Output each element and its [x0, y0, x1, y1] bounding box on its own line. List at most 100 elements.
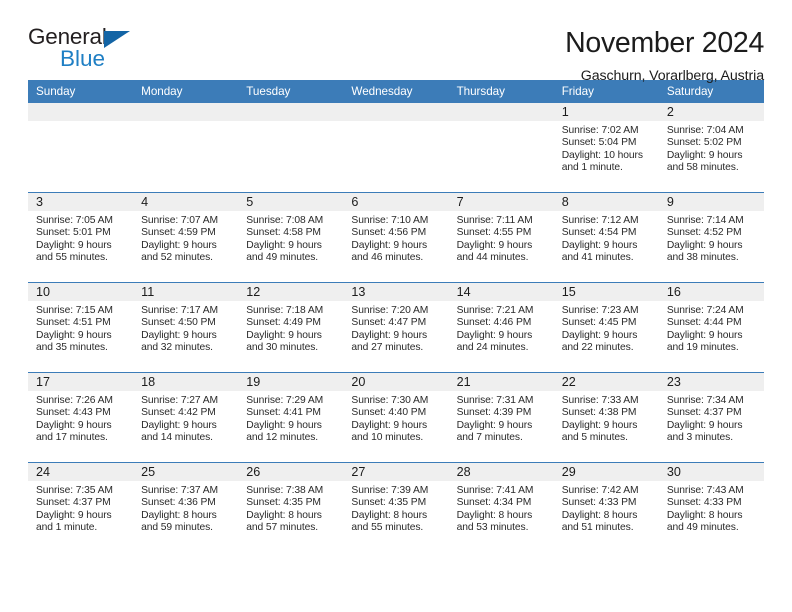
day-sunset-text: Sunset: 4:54 PM [561, 227, 637, 239]
day-number: 7 [448, 193, 554, 211]
brand-logo[interactable]: General Blue [28, 25, 146, 72]
day-sunset-text: Sunset: 4:45 PM [561, 317, 637, 329]
weekday-header-wednesday: Wednesday [351, 85, 413, 98]
calendar-day-cell[interactable]: 28 Sunrise: 7:41 AM Sunset: 4:34 PM Dayligh… [448, 463, 554, 552]
day-sunrise-text: Sunrise: 7:10 AM [351, 215, 429, 226]
day-daylight-1-text: Daylight: 9 hours [246, 419, 322, 431]
day-daylight-1-text: Daylight: 9 hours [141, 239, 217, 251]
calendar-day-cell[interactable]: 24 Sunrise: 7:35 AM Sunset: 4:37 PM Dayligh… [28, 463, 134, 552]
page-header: General Blue November 2024 Gaschurn, Vor… [28, 0, 764, 84]
day-daylight-1-text: Daylight: 9 hours [36, 419, 112, 431]
calendar-day-cell[interactable]: 29 Sunrise: 7:42 AM Sunset: 4:33 PM Dayligh… [553, 463, 659, 552]
day-daylight-2-text: and 19 minutes. [666, 341, 739, 353]
calendar-day-cell[interactable]: 3 Sunrise: 7:05 AM Sunset: 5:01 PM Daylight… [28, 193, 134, 282]
calendar-day-cell[interactable]: 15 Sunrise: 7:23 AM Sunset: 4:45 PM Dayligh… [553, 283, 659, 372]
calendar-day-cell-empty [448, 103, 554, 192]
day-daylight-2-text: and 53 minutes. [456, 521, 529, 533]
day-number: 19 [238, 373, 344, 391]
day-daylight-2-text: and 7 minutes. [456, 431, 523, 443]
calendar-day-cell[interactable]: 22 Sunrise: 7:33 AM Sunset: 4:38 PM Dayligh… [553, 373, 659, 462]
day-daylight-2-text: and 32 minutes. [141, 341, 213, 353]
calendar-week-row: 24 Sunrise: 7:35 AM Sunset: 4:37 PM Dayligh… [28, 462, 764, 552]
day-sunset-text: Sunset: 4:33 PM [666, 497, 742, 509]
weekday-header-sunday: Sunday [36, 85, 76, 98]
calendar-day-cell[interactable]: 17 Sunrise: 7:26 AM Sunset: 4:43 PM Dayligh… [28, 373, 134, 462]
calendar-day-cell[interactable]: 18 Sunrise: 7:27 AM Sunset: 4:42 PM Dayligh… [133, 373, 239, 462]
day-sunset-text: Sunset: 4:42 PM [141, 407, 216, 419]
calendar-day-cell[interactable]: 23 Sunrise: 7:34 AM Sunset: 4:37 PM Dayligh… [658, 373, 764, 462]
day-sun-info: Sunrise: 7:39 AM Sunset: 4:35 PM Daylight:… [343, 481, 448, 534]
day-daylight-1-text: Daylight: 9 hours [36, 509, 112, 521]
calendar-day-cell[interactable]: 12 Sunrise: 7:18 AM Sunset: 4:49 PM Dayligh… [238, 283, 344, 372]
calendar-day-cell[interactable]: 20 Sunrise: 7:30 AM Sunset: 4:40 PM Dayligh… [343, 373, 449, 462]
calendar-day-cell[interactable]: 30 Sunrise: 7:43 AM Sunset: 4:33 PM Dayligh… [658, 463, 764, 552]
day-daylight-1-text: Daylight: 9 hours [561, 329, 638, 341]
calendar-day-cell[interactable]: 25 Sunrise: 7:37 AM Sunset: 4:36 PM Dayligh… [133, 463, 239, 552]
day-sunset-text: Sunset: 4:55 PM [456, 227, 532, 239]
calendar-day-cell[interactable]: 8 Sunrise: 7:12 AM Sunset: 4:54 PM Daylight… [553, 193, 659, 282]
day-sun-info: Sunrise: 7:43 AM Sunset: 4:33 PM Daylight:… [659, 481, 764, 534]
calendar-day-cell[interactable]: 13 Sunrise: 7:20 AM Sunset: 4:47 PM Dayligh… [343, 283, 449, 372]
day-sun-info: Sunrise: 7:10 AM Sunset: 4:56 PM Daylight:… [343, 211, 448, 264]
calendar-day-cell[interactable]: 2 Sunrise: 7:04 AM Sunset: 5:02 PM Daylight… [658, 103, 764, 192]
calendar-day-cell[interactable]: 16 Sunrise: 7:24 AM Sunset: 4:44 PM Dayligh… [658, 283, 764, 372]
weekday-header-friday: Friday [561, 85, 594, 98]
day-number: 14 [448, 283, 554, 301]
day-sun-info: Sunrise: 7:42 AM Sunset: 4:33 PM Daylight:… [554, 481, 659, 534]
calendar-day-cell[interactable]: 10 Sunrise: 7:15 AM Sunset: 4:51 PM Dayligh… [28, 283, 134, 372]
calendar-day-cell[interactable]: 4 Sunrise: 7:07 AM Sunset: 4:59 PM Daylight… [133, 193, 239, 282]
day-daylight-2-text: and 59 minutes. [141, 521, 213, 533]
calendar-day-cell[interactable]: 1 Sunrise: 7:02 AM Sunset: 5:04 PM Daylight… [553, 103, 659, 192]
day-sun-info: Sunrise: 7:15 AM Sunset: 4:51 PM Daylight:… [28, 301, 133, 354]
day-number: 1 [553, 103, 659, 121]
day-daylight-2-text: and 22 minutes. [561, 341, 634, 353]
day-sunrise-text: Sunrise: 7:20 AM [351, 305, 429, 316]
calendar-day-cell[interactable]: 7 Sunrise: 7:11 AM Sunset: 4:55 PM Daylight… [448, 193, 554, 282]
day-daylight-1-text: Daylight: 8 hours [351, 509, 427, 521]
day-daylight-1-text: Daylight: 9 hours [666, 419, 743, 431]
day-sun-info: Sunrise: 7:26 AM Sunset: 4:43 PM Daylight:… [28, 391, 133, 444]
day-sunrise-text: Sunrise: 7:04 AM [666, 125, 744, 136]
calendar-weeks: 1 Sunrise: 7:02 AM Sunset: 5:04 PM Daylight… [28, 103, 764, 552]
day-sun-info: Sunrise: 7:30 AM Sunset: 4:40 PM Daylight:… [343, 391, 448, 444]
day-sun-info: Sunrise: 7:17 AM Sunset: 4:50 PM Daylight:… [133, 301, 238, 354]
calendar-day-cell[interactable]: 11 Sunrise: 7:17 AM Sunset: 4:50 PM Dayligh… [133, 283, 239, 372]
day-sunset-text: Sunset: 4:58 PM [246, 227, 321, 239]
day-sunset-text: Sunset: 4:52 PM [666, 227, 742, 239]
day-daylight-2-text: and 27 minutes. [351, 341, 424, 353]
day-number: 4 [133, 193, 239, 211]
day-sunrise-text: Sunrise: 7:35 AM [36, 485, 113, 496]
calendar-day-cell[interactable]: 5 Sunrise: 7:08 AM Sunset: 4:58 PM Daylight… [238, 193, 344, 282]
day-sun-info: Sunrise: 7:04 AM Sunset: 5:02 PM Daylight:… [659, 121, 764, 174]
logo-triangle-icon [104, 31, 130, 48]
day-sunset-text: Sunset: 4:35 PM [246, 497, 321, 509]
day-sunset-text: Sunset: 4:50 PM [141, 317, 216, 329]
day-number: 12 [238, 283, 344, 301]
calendar-day-cell[interactable]: 26 Sunrise: 7:38 AM Sunset: 4:35 PM Dayligh… [238, 463, 344, 552]
logo-blue-text: Blue [60, 46, 106, 71]
day-daylight-1-text: Daylight: 9 hours [246, 329, 322, 341]
weekday-header-row: Sunday Monday Tuesday Wednesday Thursday Frid… [28, 80, 764, 103]
day-sunrise-text: Sunrise: 7:43 AM [666, 485, 744, 496]
calendar-day-cell[interactable]: 9 Sunrise: 7:14 AM Sunset: 4:52 PM Daylight… [658, 193, 764, 282]
calendar-day-cell[interactable]: 21 Sunrise: 7:31 AM Sunset: 4:39 PM Dayligh… [448, 373, 554, 462]
day-sun-info: Sunrise: 7:18 AM Sunset: 4:49 PM Daylight:… [238, 301, 343, 354]
calendar-day-cell[interactable]: 6 Sunrise: 7:10 AM Sunset: 4:56 PM Daylight… [343, 193, 449, 282]
day-sun-info: Sunrise: 7:34 AM Sunset: 4:37 PM Daylight:… [659, 391, 764, 444]
day-sunrise-text: Sunrise: 7:08 AM [246, 215, 324, 226]
day-number: 18 [133, 373, 239, 391]
calendar-day-cell[interactable]: 14 Sunrise: 7:21 AM Sunset: 4:46 PM Dayligh… [448, 283, 554, 372]
day-sunrise-text: Sunrise: 7:33 AM [561, 395, 639, 406]
day-sunset-text: Sunset: 4:51 PM [36, 317, 111, 329]
calendar-day-cell[interactable]: 27 Sunrise: 7:39 AM Sunset: 4:35 PM Dayligh… [343, 463, 449, 552]
day-number: 9 [658, 193, 764, 211]
day-daylight-2-text: and 30 minutes. [246, 341, 319, 353]
day-number: 8 [553, 193, 659, 211]
day-daylight-2-text: and 12 minutes. [246, 431, 319, 443]
day-daylight-1-text: Daylight: 9 hours [456, 239, 533, 251]
day-sunrise-text: Sunrise: 7:41 AM [456, 485, 534, 496]
calendar-day-cell[interactable]: 19 Sunrise: 7:29 AM Sunset: 4:41 PM Dayligh… [238, 373, 344, 462]
day-sunset-text: Sunset: 4:41 PM [246, 407, 321, 419]
day-number: 13 [343, 283, 449, 301]
day-number: 22 [553, 373, 659, 391]
